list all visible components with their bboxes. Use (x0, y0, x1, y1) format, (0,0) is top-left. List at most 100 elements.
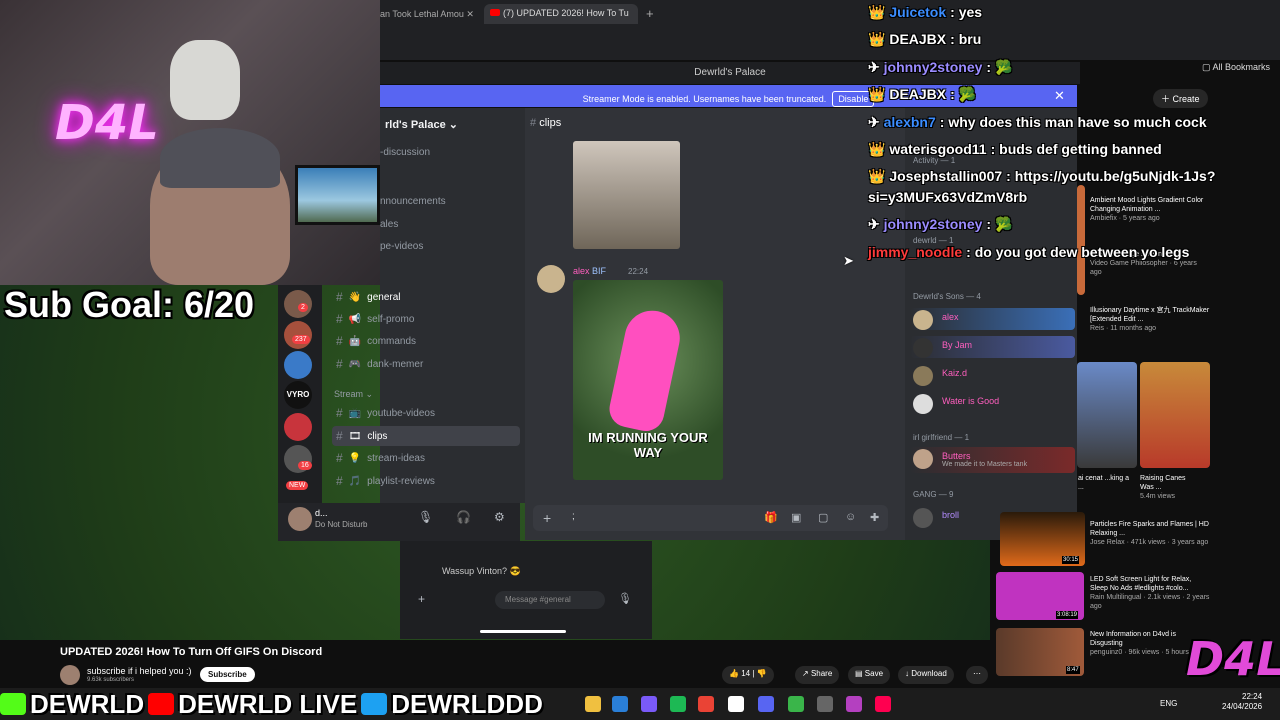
member-item[interactable]: alex (910, 308, 1075, 330)
apps-icon[interactable]: ✚ (870, 511, 879, 524)
spotify-icon[interactable] (670, 696, 686, 712)
message-input-text[interactable]: ; (572, 511, 575, 522)
member-group: irl girlfriend — 1 (913, 433, 970, 442)
sticker-icon[interactable]: ▢ (818, 511, 828, 524)
message-author[interactable]: alex BIF (573, 266, 606, 276)
discord-icon[interactable] (758, 696, 774, 712)
member-item[interactable]: By Jam (910, 336, 1075, 358)
member-item[interactable]: Kaiz.d (910, 364, 1075, 386)
download-button[interactable]: ↓ Download (898, 666, 954, 684)
hash-icon: # (336, 357, 343, 371)
channel-label: youtube-videos (367, 407, 435, 419)
new-tab-button[interactable]: + (646, 6, 654, 21)
channel-item[interactable]: pe-videos (380, 241, 423, 252)
app-icon[interactable] (728, 696, 744, 712)
channel-clips[interactable]: # 🎞 clips (332, 426, 520, 446)
app-icon[interactable] (641, 696, 657, 712)
emoji-icon[interactable]: ☺ (845, 511, 856, 523)
system-clock[interactable]: 22:24 24/04/2026 (1222, 692, 1262, 712)
bookmarks-button[interactable]: ▢ All Bookmarks (1200, 60, 1280, 75)
browser-tab-active[interactable]: (7) UPDATED 2026! How To Tu (484, 4, 638, 24)
plus-icon[interactable]: + (543, 510, 551, 526)
video-thumbnail[interactable] (1077, 185, 1085, 295)
short-title[interactable]: Raising Canes Was ... 5.4m views (1140, 474, 1200, 501)
member-item[interactable]: Water is Good (910, 392, 1075, 414)
gear-icon[interactable]: ⚙ (494, 510, 505, 524)
store-icon[interactable] (612, 696, 628, 712)
channel-stream-ideas[interactable]: # 💡 stream-ideas (332, 448, 520, 468)
tiktok-icon[interactable] (875, 696, 891, 712)
tab-title: (7) UPDATED 2026! How To Tu (503, 8, 629, 18)
plus-icon[interactable]: + (418, 592, 425, 606)
language-indicator[interactable]: ENG (1160, 699, 1177, 708)
app-icon[interactable] (817, 696, 833, 712)
browser-tab[interactable]: an Took Lethal Amou ✕ (380, 6, 480, 24)
headphones-icon[interactable]: 🎧 (456, 510, 471, 524)
gift-icon[interactable]: 🎁 (764, 511, 778, 524)
short-thumbnail[interactable] (1077, 362, 1137, 468)
mic-icon[interactable]: 🎙 (618, 592, 632, 605)
attachment-image[interactable] (573, 141, 680, 249)
tab-title: an Took Lethal Amou (380, 9, 464, 19)
member-item[interactable]: Butters We made it to Masters tank (910, 447, 1075, 473)
mention-badge: 16 (298, 461, 312, 470)
rec-video[interactable]: LED Soft Screen Light for Relax, Sleep N… (1090, 575, 1210, 611)
folder-icon[interactable] (585, 696, 601, 712)
subscribe-button[interactable]: Subscribe (200, 667, 255, 682)
channel-label: commands (367, 335, 417, 347)
member-name: By Jam (942, 340, 973, 350)
channel-general[interactable]: # 👋 general (332, 287, 520, 307)
server-icon[interactable] (284, 351, 312, 379)
avatar[interactable] (288, 507, 312, 531)
avatar[interactable] (60, 665, 80, 685)
channel-dank-memer[interactable]: # 🎮 dank-memer (332, 354, 520, 374)
mouse-cursor: ➤ (843, 253, 854, 268)
category-stream[interactable]: Stream ⌄ (334, 389, 373, 400)
sub-goal-overlay: Sub Goal: 6/20 (4, 284, 255, 325)
channel-label: stream-ideas (367, 452, 425, 464)
banner-text: DEWRLDDD (391, 688, 543, 719)
create-button[interactable]: ＋ Create (1153, 89, 1208, 108)
channel-emoji: 🎵 (348, 475, 362, 487)
channel-item[interactable]: -discussion (380, 147, 430, 158)
channel-emoji: 🎞 (348, 430, 362, 442)
banner-text: DEWRLD (30, 688, 145, 719)
like-button[interactable]: 👍 14 | 👎 (722, 666, 774, 684)
youtube-icon (490, 9, 500, 16)
rec-video[interactable]: Particles Fire Sparks and Flames | HD Re… (1090, 520, 1210, 547)
channel-item[interactable]: nnouncements (380, 196, 446, 207)
chrome-icon[interactable] (698, 696, 714, 712)
close-icon[interactable]: ✕ (1054, 88, 1065, 104)
mic-icon[interactable]: 🎙 (418, 510, 433, 524)
duration-badge: 30:15 (1062, 556, 1080, 564)
phone-message-input[interactable]: Message #general (495, 591, 605, 609)
short-thumbnail[interactable] (1140, 362, 1210, 468)
app-icon[interactable] (788, 696, 804, 712)
rec-video[interactable]: Illusionary Daytime x 宮九 TrackMaker [Ext… (1090, 306, 1210, 333)
share-button[interactable]: ↗ Share (795, 666, 840, 684)
avatar[interactable] (537, 265, 565, 293)
channel-self-promo[interactable]: # 📢 self-promo (332, 309, 520, 329)
rec-video[interactable]: Ambient Mood Lights Gradient Color Chang… (1090, 196, 1210, 223)
short-title[interactable]: ai cenat ...king a ... (1078, 474, 1134, 492)
server-icon[interactable] (284, 413, 312, 441)
channel-commands[interactable]: # 🤖 commands (332, 331, 520, 351)
channel-emoji: 📺 (348, 407, 362, 419)
chat-message: ✈ alexbn7: why does this man have so muc… (868, 114, 1207, 130)
server-icon-vyro[interactable]: VYRO (284, 381, 312, 409)
member-name: Water is Good (942, 396, 1000, 406)
channel-emoji: 🎮 (348, 358, 362, 370)
message-input[interactable] (533, 505, 888, 531)
channel-name[interactable]: subscribe if i helped you :) (87, 666, 192, 676)
app-icon[interactable] (846, 696, 862, 712)
channel-playlist-reviews[interactable]: # 🎵 playlist-reviews (332, 471, 520, 491)
chat-message: 👑 DEAJBX: 🥦 (868, 86, 977, 102)
more-button[interactable]: ⋯ (966, 666, 988, 684)
gif-icon[interactable]: ▣ (791, 511, 801, 524)
channel-youtube-videos[interactable]: # 📺 youtube-videos (332, 403, 520, 423)
avatar (913, 310, 933, 330)
save-button[interactable]: ▤ Save (848, 666, 891, 684)
channel-item[interactable]: ales (380, 219, 398, 230)
server-name[interactable]: rld's Palace ⌄ (385, 118, 458, 131)
chat-message: ✈ johnny2stoney: 🥦 (868, 216, 1013, 232)
